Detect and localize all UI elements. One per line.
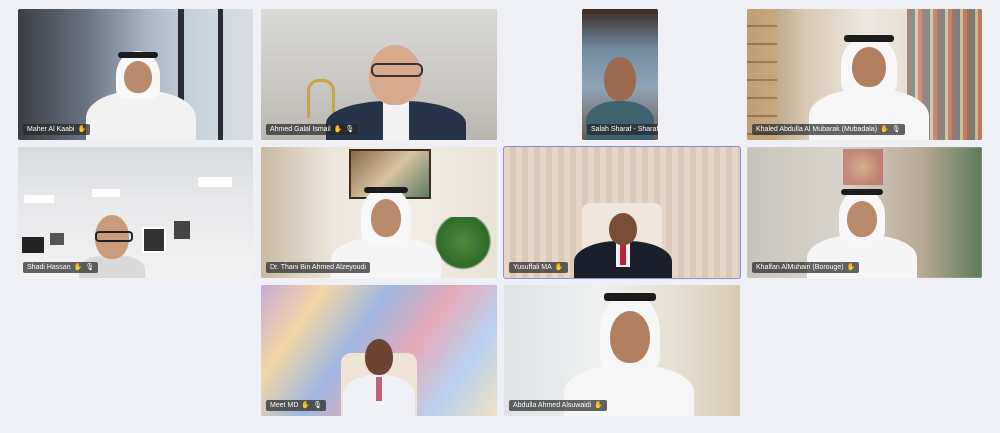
participant-figure xyxy=(564,291,694,416)
mic-muted-icon: 🎙 xyxy=(313,402,323,409)
participant-name: Salah Sharaf - Sharaf Group xyxy=(591,126,658,133)
mic-muted-icon: 🎙 xyxy=(891,126,901,133)
participant-name: Meet MD xyxy=(270,402,299,409)
ceiling-light xyxy=(24,195,54,203)
participant-name: Ahmed Galal Ismail xyxy=(270,126,331,133)
glasses xyxy=(95,231,133,242)
shirt xyxy=(383,101,409,140)
participant-name: Dr. Thani Bin Ahmed Alzeyoudi xyxy=(270,264,366,271)
hand-icon: ✋ xyxy=(77,126,87,133)
hand-icon: ✋ xyxy=(333,126,343,133)
ceiling-light xyxy=(198,177,232,187)
name-tag: Salah Sharaf - Sharaf Group ✋ 🎙 xyxy=(587,124,658,135)
glasses xyxy=(371,63,423,77)
hand-icon: ✋ xyxy=(554,264,564,271)
name-tag: Maher Al Kaabi ✋ xyxy=(23,124,91,135)
name-tag: Khaled Abdulla Al Mubarak (Mubadala) ✋ 🎙 xyxy=(752,124,905,135)
ceiling-light xyxy=(92,189,120,197)
participant-name: Shadi Hassan xyxy=(27,264,71,271)
bookshelf xyxy=(747,9,777,140)
name-tag: Shadi Hassan ✋ 🎙 xyxy=(23,262,99,273)
video-tile-5[interactable]: Shadi Hassan ✋ 🎙 xyxy=(18,147,253,278)
name-tag: Khalfan AlMuhairi (Borouge) ✋ xyxy=(752,262,860,273)
name-tag: Abdulla Ahmed Alsuwaidi ✋ xyxy=(509,400,607,411)
participant-name: Yusuffali MA xyxy=(513,264,552,271)
video-tile-7-active-speaker[interactable]: Yusuffali MA ✋ xyxy=(503,146,741,279)
participant-figure xyxy=(86,47,196,140)
hand-icon: ✋ xyxy=(880,126,889,133)
video-tile-1[interactable]: Maher Al Kaabi ✋ xyxy=(18,9,253,140)
participant-name: Abdulla Ahmed Alsuwaidi xyxy=(513,402,592,409)
tie xyxy=(620,243,626,265)
video-tile-8[interactable]: Khalfan AlMuhairi (Borouge) ✋ xyxy=(747,147,982,278)
name-tag: Dr. Thani Bin Ahmed Alzeyoudi xyxy=(266,262,370,273)
video-tile-4[interactable]: Khaled Abdulla Al Mubarak (Mubadala) ✋ 🎙 xyxy=(747,9,982,140)
video-tile-10[interactable]: Abdulla Ahmed Alsuwaidi ✋ xyxy=(504,285,740,416)
window-frame xyxy=(218,9,223,140)
name-tag: Yusuffali MA ✋ xyxy=(509,262,568,273)
video-tile-2[interactable]: Ahmed Galal Ismail ✋ 🎙 xyxy=(261,9,497,140)
plant xyxy=(433,217,493,278)
name-tag: Ahmed Galal Ismail ✋ 🎙 xyxy=(266,124,359,135)
participant-name: Khaled Abdulla Al Mubarak (Mubadala) xyxy=(756,126,878,133)
tie xyxy=(376,377,382,401)
video-tile-6[interactable]: Dr. Thani Bin Ahmed Alzeyoudi xyxy=(261,147,497,278)
mic-muted-icon: 🎙 xyxy=(345,126,355,133)
hand-icon: ✋ xyxy=(301,402,311,409)
participant-figure xyxy=(566,213,680,278)
participant-name: Khalfan AlMuhairi (Borouge) xyxy=(756,264,844,271)
participant-name: Maher Al Kaabi xyxy=(27,126,75,133)
video-tile-3[interactable]: Salah Sharaf - Sharaf Group ✋ 🎙 xyxy=(582,9,658,140)
name-tag: Meet MD ✋ 🎙 xyxy=(266,400,327,411)
hand-icon: ✋ xyxy=(73,264,83,271)
hand-icon: ✋ xyxy=(846,264,856,271)
participant-figure xyxy=(343,339,415,416)
blurred-art xyxy=(843,149,883,185)
video-tile-9[interactable]: Meet MD ✋ 🎙 xyxy=(261,285,497,416)
hand-icon: ✋ xyxy=(594,402,603,409)
mic-muted-icon: 🎙 xyxy=(85,264,95,271)
